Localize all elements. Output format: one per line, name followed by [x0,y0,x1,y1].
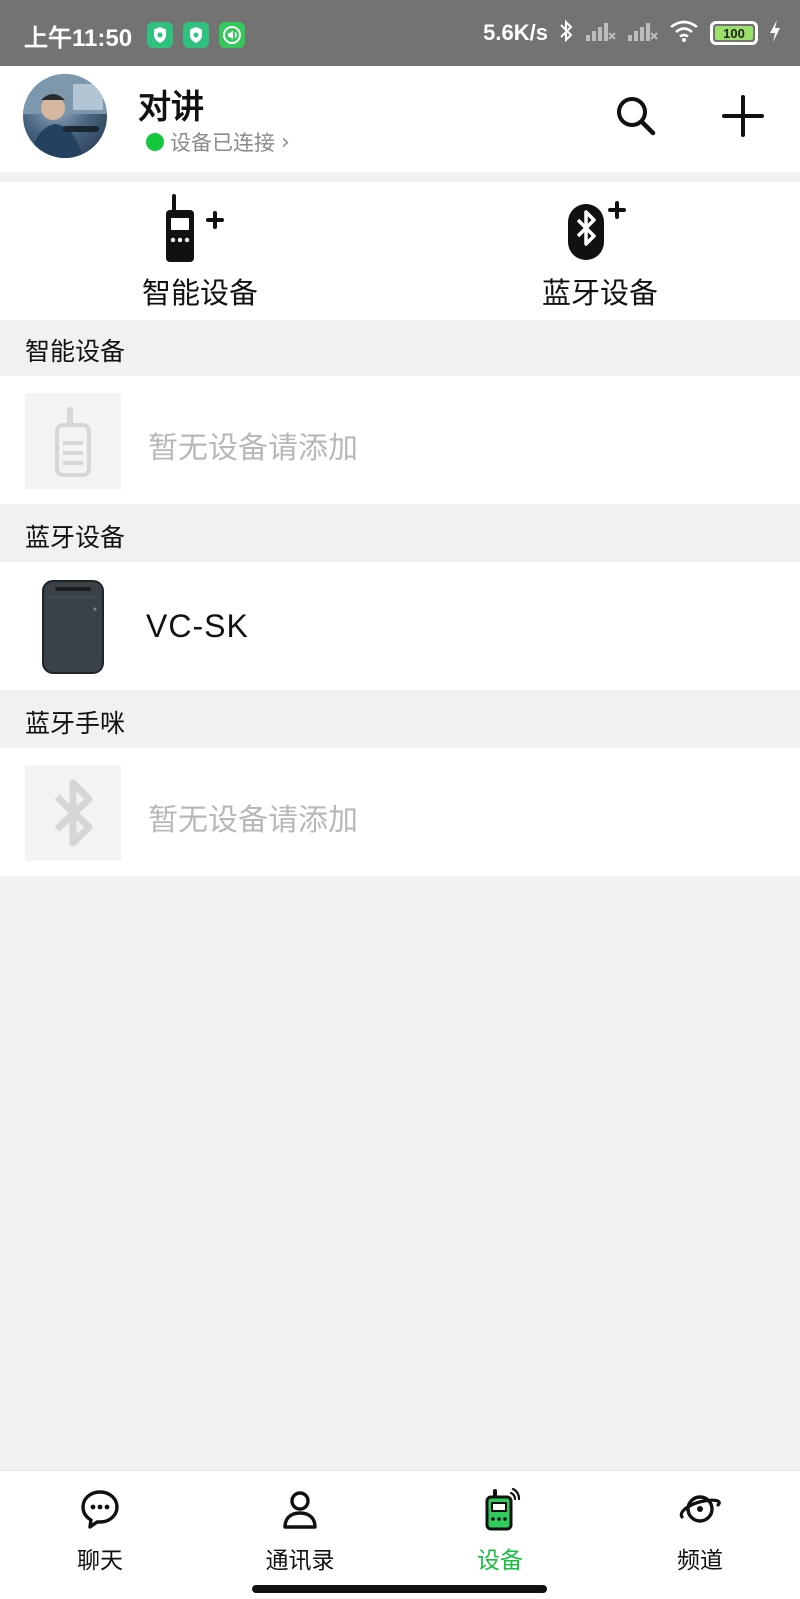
connection-status[interactable]: 设备已连接 › [146,127,290,157]
walkie-talkie-placeholder-icon [25,393,121,489]
battery-level: 100 [715,26,753,41]
add-button[interactable] [715,88,771,144]
speaker-icon [219,22,245,48]
tab-chat[interactable]: 聊天 [0,1481,200,1581]
search-icon [617,97,656,136]
section-title: 智能设备 [25,337,126,366]
battery-icon: 100 [710,21,758,45]
tab-channels[interactable]: 频道 [600,1481,800,1581]
add-smart-device-label: 智能设备 [141,276,258,310]
signal-icon [626,19,658,47]
section-header-bluetooth-devices: 蓝牙设备 [0,506,800,562]
add-smart-device-button[interactable]: 智能设备 [0,182,400,320]
add-bluetooth-device-label: 蓝牙设备 [541,276,658,310]
list-item[interactable]: VC-SK [0,562,800,690]
device-icon [485,1487,521,1531]
contacts-icon [283,1491,317,1529]
plus-icon [722,95,764,137]
section-title: 蓝牙手咪 [25,709,126,738]
chat-icon [81,1490,119,1529]
section-header-bluetooth-mic: 蓝牙手咪 [0,692,800,748]
tab-label: 通讯录 [265,1548,335,1574]
bluetooth-placeholder-icon [25,765,121,861]
tab-label: 设备 [477,1548,523,1574]
empty-state-text: 暂无设备请添加 [148,803,358,838]
bluetooth-icon [558,18,574,48]
connected-dot-icon [146,133,164,151]
device-name: VC-SK [146,608,249,644]
add-bluetooth-device-button[interactable]: 蓝牙设备 [400,182,800,320]
tab-contacts[interactable]: 通讯录 [200,1481,400,1581]
tab-devices[interactable]: 设备 [400,1481,600,1581]
tab-label: 频道 [677,1548,723,1574]
bluetooth-add-icon [568,201,626,260]
list-item[interactable]: 暂无设备请添加 [0,748,800,876]
walkie-talkie-add-icon [166,194,224,262]
bottom-nav: 聊天 通讯录 设备 频道 [0,1470,800,1599]
device-thumbnail [25,579,121,675]
status-time: 上午11:50 [24,25,133,52]
shield-icon [183,22,209,48]
list-item[interactable]: 暂无设备请添加 [0,376,800,504]
home-indicator[interactable] [252,1585,547,1593]
search-button[interactable] [608,88,664,144]
chevron-right-icon: › [281,129,290,155]
avatar[interactable] [23,74,107,158]
connection-status-text: 设备已连接 [170,131,275,155]
channel-planet-icon [679,1495,721,1523]
section-header-smart-devices: 智能设备 [0,320,800,376]
signal-icon [584,19,616,47]
network-speed: 5.6K/s [483,20,548,45]
empty-state-text: 暂无设备请添加 [148,431,358,466]
charging-icon [768,19,782,47]
app-header: 对讲 设备已连接 › [0,66,800,172]
section-title: 蓝牙设备 [25,523,126,552]
tab-label: 聊天 [77,1548,123,1574]
shield-icon [147,22,173,48]
quick-add-bar: 智能设备 蓝牙设备 [0,182,800,320]
wifi-icon [668,18,700,48]
status-bar: 上午11:50 5.6K/s 100 [0,0,800,66]
page-title: 对讲 [138,87,204,126]
